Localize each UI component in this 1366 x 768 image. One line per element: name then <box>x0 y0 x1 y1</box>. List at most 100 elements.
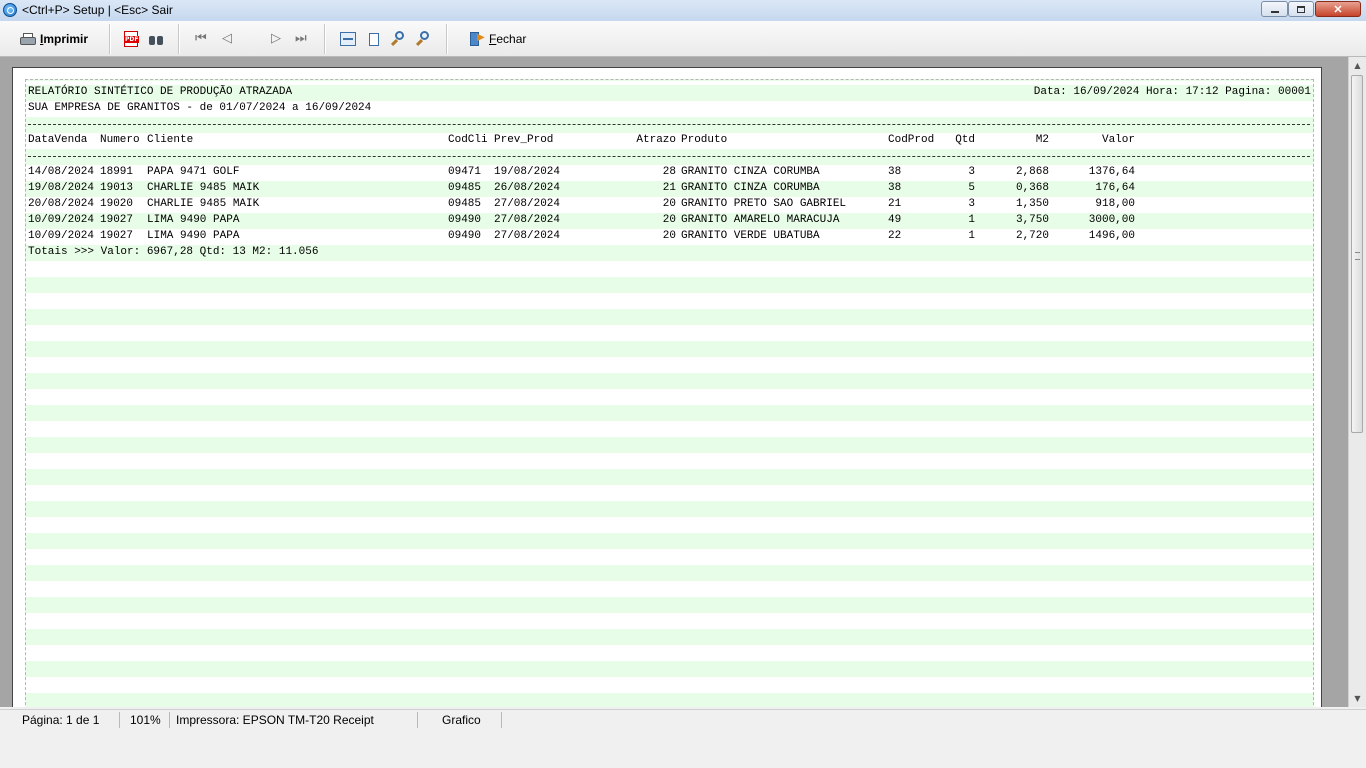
column-header-valor: Valor <box>1101 134 1135 146</box>
cell-prev-prod: 27/08/2024 <box>494 214 561 226</box>
cell-valor: 918,00 <box>1095 198 1135 210</box>
maximize-button[interactable] <box>1288 1 1314 17</box>
column-header-codcli: CodCli <box>448 134 488 146</box>
next-page-button[interactable]: ▷ <box>271 27 281 51</box>
scroll-down-button[interactable]: ▼ <box>1349 690 1366 707</box>
cell-data-venda: 10/09/2024 <box>28 214 95 226</box>
cell-prev-prod: 19/08/2024 <box>494 166 561 178</box>
fit-width-button[interactable] <box>340 27 356 51</box>
cell-prev-prod: 27/08/2024 <box>494 230 561 242</box>
scrollbar-thumb[interactable] <box>1351 75 1363 433</box>
zoom-in-button[interactable] <box>391 27 407 51</box>
cell-cliente: CHARLIE 9485 MAIK <box>147 182 260 194</box>
minimize-button[interactable] <box>1261 1 1288 17</box>
find-button[interactable] <box>148 27 164 51</box>
previous-page-icon: ◁ <box>222 31 232 46</box>
vertical-scrollbar[interactable]: ▲ ▼ <box>1348 57 1366 707</box>
app-icon <box>3 3 17 17</box>
cell-valor: 1496,00 <box>1088 230 1135 242</box>
status-bar: Página: 1 de 1 101% Impressora: EPSON TM… <box>0 709 1366 730</box>
scroll-up-icon: ▲ <box>1354 61 1361 70</box>
toolbar-separator <box>446 24 448 54</box>
report-title: RELATÓRIO SINTÉTICO DE PRODUÇÃO ATRAZADA <box>28 86 293 98</box>
cell-qtd: 3 <box>968 198 975 210</box>
cell-atrazo: 20 <box>662 214 676 226</box>
cell-cliente: CHARLIE 9485 MAIK <box>147 198 260 210</box>
cell-produto: GRANITO AMARELO MARACUJA <box>681 214 840 226</box>
column-header-m2: M2 <box>1035 134 1049 146</box>
cell-m2: 0,368 <box>1015 182 1049 194</box>
cell-codcli: 09490 <box>448 230 482 242</box>
cell-data-venda: 19/08/2024 <box>28 182 95 194</box>
cell-numero: 19013 <box>100 182 134 194</box>
cell-cliente: PAPA 9471 GOLF <box>147 166 240 178</box>
close-label: Fechar <box>489 32 527 46</box>
cell-produto: GRANITO PRETO SAO GABRIEL <box>681 198 847 210</box>
cell-data-venda: 20/08/2024 <box>28 198 95 210</box>
cell-prev-prod: 26/08/2024 <box>494 182 561 194</box>
whole-page-button[interactable] <box>369 27 379 51</box>
cell-valor: 176,64 <box>1095 182 1135 194</box>
report-totals: Totais >>> Valor: 6967,28 Qtd: 13 M2: 11… <box>28 246 319 258</box>
cell-atrazo: 20 <box>662 198 676 210</box>
report-subtitle: SUA EMPRESA DE GRANITOS - de 01/07/2024 … <box>28 102 372 114</box>
minimize-icon <box>1270 11 1279 13</box>
cell-numero: 19027 <box>100 214 134 226</box>
cell-m2: 3,750 <box>1015 214 1049 226</box>
first-page-button[interactable]: ⏮ <box>195 27 207 51</box>
column-header-data-venda: DataVenda <box>28 134 88 146</box>
cell-cliente: LIMA 9490 PAPA <box>147 214 240 226</box>
cell-numero: 19020 <box>100 198 134 210</box>
cell-qtd: 5 <box>968 182 975 194</box>
cell-codcli: 09490 <box>448 214 482 226</box>
close-icon: ✕ <box>1333 3 1343 16</box>
page-width-icon <box>340 32 356 46</box>
render-mode-indicator: Grafico <box>438 712 502 728</box>
cell-qtd: 1 <box>968 230 975 242</box>
zoom-out-icon <box>416 31 432 47</box>
print-button[interactable]: Imprimir <box>20 27 88 51</box>
zoom-indicator: 101% <box>126 712 170 728</box>
cell-codcli: 09485 <box>448 182 482 194</box>
zoom-out-button[interactable] <box>416 27 432 51</box>
toolbar-separator <box>109 24 111 54</box>
column-header-qtd: Qtd <box>955 134 975 146</box>
printer-icon <box>20 33 36 45</box>
report-header-info: Data: 16/09/2024 Hora: 17:12 Pagina: 000… <box>1033 86 1311 98</box>
cell-atrazo: 21 <box>662 182 676 194</box>
previous-page-button[interactable]: ◁ <box>222 27 232 51</box>
report-page: RELATÓRIO SINTÉTICO DE PRODUÇÃO ATRAZADA… <box>12 67 1322 707</box>
cell-data-venda: 14/08/2024 <box>28 166 95 178</box>
column-header-cliente: Cliente <box>147 134 194 146</box>
cell-data-venda: 10/09/2024 <box>28 230 95 242</box>
cell-qtd: 3 <box>968 166 975 178</box>
cell-produto: GRANITO CINZA CORUMBA <box>681 182 820 194</box>
close-window-button[interactable]: ✕ <box>1315 1 1361 17</box>
preview-area[interactable]: RELATÓRIO SINTÉTICO DE PRODUÇÃO ATRAZADA… <box>0 57 1348 707</box>
first-page-icon: ⏮ <box>195 31 207 46</box>
cell-codcli: 09471 <box>448 166 482 178</box>
toolbar-separator <box>324 24 326 54</box>
cell-codcli: 09485 <box>448 198 482 210</box>
last-page-button[interactable]: ⏭ <box>295 27 307 51</box>
last-page-icon: ⏭ <box>295 31 307 46</box>
toolbar-separator <box>178 24 180 54</box>
page-icon <box>369 32 379 46</box>
binoculars-icon <box>148 32 164 46</box>
export-pdf-button[interactable]: PDF <box>124 27 140 51</box>
scroll-down-icon: ▼ <box>1354 694 1361 703</box>
cell-numero: 18991 <box>100 166 134 178</box>
zoom-in-icon <box>391 31 407 47</box>
printer-indicator: Impressora: EPSON TM-T20 Receipt <box>172 712 418 728</box>
cell-atrazo: 28 <box>662 166 676 178</box>
column-header-produto: Produto <box>681 134 728 146</box>
title-bar: <Ctrl+P> Setup | <Esc> Sair ✕ <box>0 0 1366 22</box>
close-preview-button[interactable]: Fechar <box>469 27 526 51</box>
cell-produto: GRANITO VERDE UBATUBA <box>681 230 820 242</box>
cell-m2: 2,720 <box>1015 230 1049 242</box>
cell-valor: 1376,64 <box>1088 166 1135 178</box>
cell-produto: GRANITO CINZA CORUMBA <box>681 166 820 178</box>
header-rule <box>28 156 1310 157</box>
scroll-up-button[interactable]: ▲ <box>1349 57 1366 74</box>
cell-atrazo: 20 <box>662 230 676 242</box>
